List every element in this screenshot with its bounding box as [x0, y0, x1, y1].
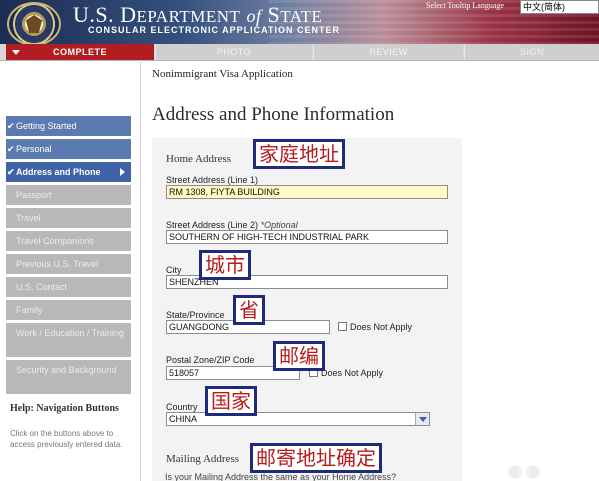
chevron-down-icon — [12, 50, 20, 55]
mailing-address-heading: Mailing Address — [166, 453, 240, 465]
street2-label: Street Address (Line 2) *Optional — [166, 220, 298, 230]
tooltip-language-label: Select Tooltip Language — [426, 1, 504, 10]
annotation-home-address: 家庭地址 — [253, 139, 345, 169]
site-header: U.S. DEPARTMENT of STATE CONSULAR ELECTR… — [0, 0, 599, 46]
chevron-right-icon — [120, 168, 125, 176]
annotation-province: 省 — [233, 295, 265, 325]
street1-input[interactable]: RM 1308, FIYTA BUILDING — [166, 185, 448, 199]
title-part: TATE — [280, 7, 323, 26]
state-does-not-apply-checkbox[interactable] — [338, 322, 347, 331]
state-label: State/Province — [166, 310, 225, 320]
sidebar-item-travel[interactable]: Travel — [6, 208, 131, 228]
tooltip-language-select[interactable]: 中文(简体) — [520, 0, 599, 14]
title-part: S — [267, 2, 281, 27]
annotation-country: 国家 — [205, 386, 257, 416]
street2-input[interactable]: SOUTHERN OF HIGH-TECH INDUSTRIAL PARK — [166, 230, 448, 244]
sidebar-item-previous-us-travel[interactable]: Previous U.S. Travel — [6, 254, 131, 274]
sidebar-item-personal[interactable]: ✔ Personal — [6, 139, 131, 159]
city-label: City — [166, 265, 182, 275]
sidebar-item-security-background[interactable]: Security and Background — [6, 360, 131, 394]
progress-tabs: COMPLETE PHOTO REVIEW SIGN — [0, 44, 599, 61]
divider — [140, 62, 141, 481]
optional-note: *Optional — [260, 220, 298, 230]
tab-sign[interactable]: SIGN — [464, 44, 599, 60]
check-icon: ✔ — [7, 167, 15, 177]
postal-label: Postal Zone/ZIP Code — [166, 355, 255, 365]
sidebar-item-label: Address and Phone — [16, 167, 101, 177]
title-part: of — [246, 6, 262, 26]
state-department-seal-icon — [7, 2, 61, 46]
page-title: Address and Phone Information — [152, 104, 395, 125]
breadcrumb: Nonimmigrant Visa Application — [152, 68, 293, 80]
sidebar-item-work-education[interactable]: Work / Education / Training — [6, 323, 131, 357]
title-part: EPARTMENT — [136, 7, 241, 26]
sidebar-item-getting-started[interactable]: ✔ Getting Started — [6, 116, 131, 136]
sidebar-item-address-and-phone[interactable]: ✔ Address and Phone — [6, 162, 131, 182]
sidebar-item-passport[interactable]: Passport — [6, 185, 131, 205]
street1-label: Street Address (Line 1) — [166, 175, 259, 185]
help-text: Click on the buttons above to access pre… — [10, 429, 123, 449]
watermark — [497, 463, 557, 481]
postal-does-not-apply-label: Does Not Apply — [321, 368, 384, 378]
mailing-same-question: Is your Mailing Address the same as your… — [165, 472, 397, 481]
help-title: Help: Navigation Buttons — [10, 403, 119, 414]
state-does-not-apply-label: Does Not Apply — [350, 322, 413, 332]
home-address-heading: Home Address — [166, 153, 232, 165]
chevron-down-icon[interactable] — [415, 413, 429, 425]
check-icon: ✔ — [7, 121, 15, 131]
check-icon: ✔ — [7, 144, 15, 154]
title-part: U.S. D — [73, 2, 137, 27]
department-subtitle: CONSULAR ELECTRONIC APPLICATION CENTER — [88, 25, 341, 35]
street2-label-text: Street Address (Line 2) — [166, 220, 259, 230]
sidebar-item-us-contact[interactable]: U.S. Contact — [6, 277, 131, 297]
tab-review[interactable]: REVIEW — [313, 44, 463, 60]
sidebar-item-label: Personal — [16, 144, 52, 154]
country-select-value: CHINA — [169, 414, 198, 424]
annotation-mailing: 邮寄地址确定 — [250, 443, 382, 473]
sidebar-item-travel-companions[interactable]: Travel Companions — [6, 231, 131, 251]
annotation-postal: 邮编 — [273, 341, 325, 371]
tab-label: COMPLETE — [52, 47, 107, 57]
tab-complete[interactable]: COMPLETE — [6, 44, 154, 60]
sidebar-item-family[interactable]: Family — [6, 300, 131, 320]
tab-photo[interactable]: PHOTO — [155, 44, 312, 60]
annotation-city: 城市 — [199, 250, 251, 280]
sidebar-item-label: Getting Started — [16, 121, 77, 131]
country-label: Country — [166, 402, 198, 412]
eagle-icon — [26, 15, 42, 33]
